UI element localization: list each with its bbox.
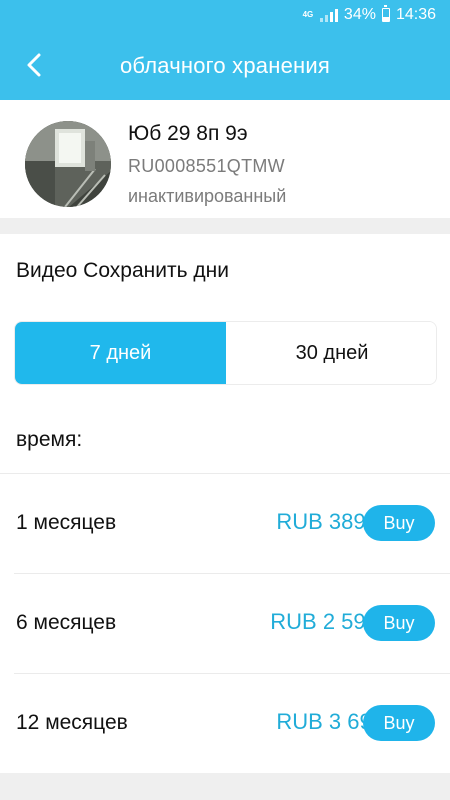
row-divider: [14, 573, 450, 574]
plan-row: 1 месяцев RUB 389,0 Buy: [0, 473, 450, 573]
battery-percent: 34%: [343, 6, 376, 23]
battery-icon: [381, 5, 390, 22]
option-30-days[interactable]: 30 дней: [226, 322, 436, 384]
clock: 14:36: [395, 6, 436, 23]
device-id: RU0008551QTMW: [128, 156, 285, 176]
plan-duration: 6 месяцев: [16, 611, 117, 634]
storage-days-title: Видео Сохранить дни: [16, 259, 229, 282]
plan-row: 6 месяцев RUB 2 590, Buy: [0, 573, 450, 673]
network-type: 4G: [302, 10, 314, 19]
camera-snapshot-image: [25, 121, 111, 207]
plan-duration: 1 месяцев: [16, 511, 117, 534]
app-header: облачного хранения: [0, 30, 450, 100]
page-title: облачного хранения: [120, 53, 330, 78]
storage-days-selector: 7 дней 30 дней: [14, 321, 437, 385]
time-label: время:: [16, 428, 83, 451]
buy-button[interactable]: Buy: [363, 705, 435, 741]
buy-button[interactable]: Buy: [363, 505, 435, 541]
device-status: инактивированный: [128, 186, 287, 206]
section-divider: [0, 218, 450, 234]
device-name: Юб 29 8п 9э: [128, 122, 248, 145]
option-7-days[interactable]: 7 дней: [15, 322, 226, 384]
row-divider: [14, 673, 450, 674]
device-thumbnail: [25, 121, 111, 207]
status-indicators: 4G 34% 14:36: [302, 5, 436, 24]
signal-icon: [319, 8, 338, 22]
bottom-band: [0, 773, 450, 800]
row-divider: [0, 473, 450, 474]
device-card: Юб 29 8п 9э RU0008551QTMW инактивированн…: [0, 100, 450, 218]
status-bar: 4G 34% 14:36: [0, 0, 450, 30]
plan-duration: 12 месяцев: [16, 711, 128, 734]
plan-row: 12 месяцев RUB 3 699 Buy: [0, 673, 450, 773]
buy-button[interactable]: Buy: [363, 605, 435, 641]
